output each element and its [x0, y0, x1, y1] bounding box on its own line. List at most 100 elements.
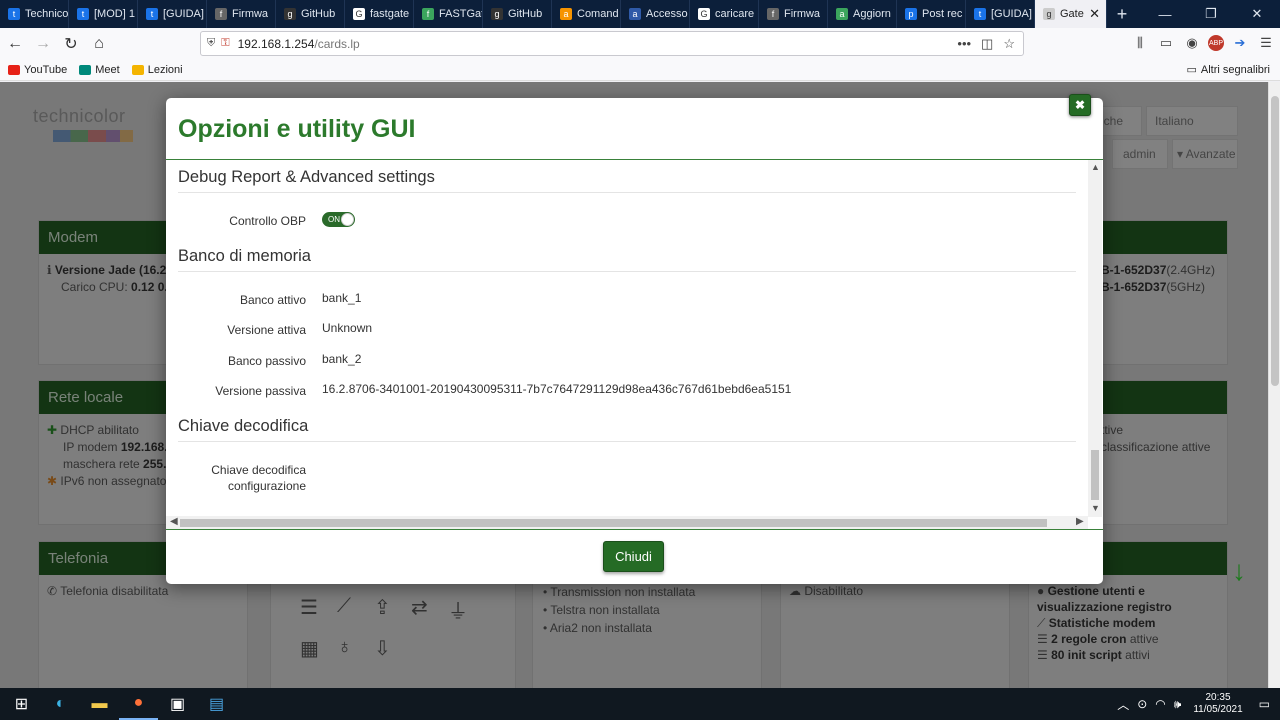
- browser-tab[interactable]: g GitHub: [276, 0, 345, 28]
- bookmark-lezioni[interactable]: Lezioni: [131, 64, 183, 76]
- insecure-lock-icon[interactable]: ⚿: [221, 37, 229, 50]
- window-controls: — ❐ ✕: [1142, 0, 1280, 28]
- browser-tab[interactable]: f Firmwa: [759, 0, 828, 28]
- browser-tab[interactable]: g GitHub: [483, 0, 552, 28]
- modal-vertical-thumb[interactable]: [1091, 450, 1099, 500]
- library-icon[interactable]: ⫼: [1130, 32, 1150, 54]
- minimize-icon[interactable]: —: [1142, 0, 1188, 28]
- url-text[interactable]: 192.168.1.254/cards.lp: [238, 37, 360, 51]
- tray-app-icon[interactable]: ⊙: [1137, 697, 1147, 711]
- browser-tab[interactable]: a Aggiorn: [828, 0, 897, 28]
- page-scrollbar[interactable]: [1268, 82, 1280, 688]
- scroll-down-arrow-icon[interactable]: ↓: [1232, 555, 1246, 587]
- modal-body[interactable]: Debug Report & Advanced settings Control…: [166, 160, 1103, 529]
- browser-tab[interactable]: f Firmwa: [207, 0, 276, 28]
- gui-options-modal: Opzioni e utility GUI ✖ Debug Report & A…: [166, 94, 1103, 584]
- tray-chevron-icon[interactable]: ︿: [1117, 696, 1129, 713]
- browser-tab[interactable]: t [GUIDA]: [966, 0, 1035, 28]
- address-bar[interactable]: ⛨ ⚿ 192.168.1.254/cards.lp ••• ◫ ☆: [200, 31, 1024, 56]
- tab-label: GitHub: [508, 8, 543, 20]
- extension-icon[interactable]: ➔: [1230, 32, 1250, 54]
- browser-tab[interactable]: t [GUIDA]: [138, 0, 207, 28]
- account-icon[interactable]: ◉: [1182, 32, 1202, 54]
- file-explorer-icon[interactable]: ▬: [80, 688, 119, 720]
- browser-navbar: ← → ↻ ⌂ ⛨ ⚿ 192.168.1.254/cards.lp ••• ◫…: [0, 28, 1280, 59]
- bookmarks-bar: YouTube Meet Lezioni ▭ Altri segnalibri: [0, 59, 1280, 81]
- forward-icon[interactable]: →: [30, 31, 56, 57]
- tab-favicon-icon: G: [698, 8, 710, 20]
- config-key-label-line1: Chiave decodifica: [211, 463, 306, 477]
- browser-tab[interactable]: t [MOD] 1: [69, 0, 138, 28]
- browser-tab[interactable]: f FASTGat: [414, 0, 483, 28]
- tab-favicon-icon: g: [491, 8, 503, 20]
- tab-favicon-icon: g: [1043, 8, 1055, 20]
- other-bookmarks[interactable]: ▭ Altri segnalibri: [1186, 63, 1271, 77]
- tab-close-icon[interactable]: ✕: [1089, 6, 1100, 22]
- page-actions-icon[interactable]: •••: [957, 36, 971, 52]
- browser-tab[interactable]: g Gate ✕: [1035, 0, 1107, 28]
- obp-toggle[interactable]: ON: [322, 212, 355, 227]
- app-icon[interactable]: ▤: [197, 688, 236, 720]
- tab-label: Firmwa: [232, 8, 269, 20]
- scroll-left-icon[interactable]: ◀: [170, 516, 178, 527]
- modal-horizontal-thumb[interactable]: [180, 519, 1047, 527]
- modal-footer-divider: [166, 529, 1103, 530]
- active-version-label: Versione attiva: [227, 323, 306, 337]
- modal-horizontal-scrollbar[interactable]: ◀ ▶: [166, 516, 1088, 529]
- active-bank-value: bank_1: [322, 291, 362, 305]
- modal-vertical-scrollbar[interactable]: ▲ ▼: [1088, 160, 1102, 517]
- back-icon[interactable]: ←: [2, 31, 28, 57]
- passive-version-label: Versione passiva: [215, 384, 306, 398]
- pocket-icon[interactable]: ◫: [981, 36, 993, 52]
- tab-favicon-icon: t: [146, 8, 158, 20]
- scroll-down-icon[interactable]: ▼: [1091, 503, 1100, 513]
- browser-tab[interactable]: t Technico: [0, 0, 69, 28]
- menu-icon[interactable]: ☰: [1256, 32, 1276, 54]
- wifi-icon[interactable]: ◠: [1155, 697, 1165, 711]
- home-icon[interactable]: ⌂: [86, 31, 112, 57]
- folder-icon: ▭: [1186, 64, 1197, 76]
- notifications-icon[interactable]: ▭: [1259, 697, 1270, 711]
- tab-favicon-icon: f: [422, 8, 434, 20]
- tab-label: Gate: [1060, 8, 1084, 20]
- debug-section-divider: [178, 192, 1076, 193]
- tab-label: Accesso: [646, 8, 688, 20]
- volume-icon[interactable]: 🕪: [1174, 697, 1182, 712]
- tab-favicon-icon: a: [560, 8, 572, 20]
- close-button[interactable]: Chiudi: [603, 541, 664, 572]
- firefox-icon[interactable]: ●: [119, 688, 158, 720]
- tab-label: Comand: [577, 8, 619, 20]
- tab-favicon-icon: p: [905, 8, 917, 20]
- browser-tab[interactable]: Gcaricare: [690, 0, 759, 28]
- tab-label: Post rec: [922, 8, 963, 20]
- maximize-icon[interactable]: ❐: [1188, 0, 1234, 28]
- clock-time: 20:35: [1205, 692, 1231, 703]
- browser-tab[interactable]: a Comand: [552, 0, 621, 28]
- reload-icon[interactable]: ↻: [58, 31, 84, 57]
- modal-close-icon[interactable]: ✖: [1069, 94, 1091, 116]
- page-scrollbar-thumb[interactable]: [1271, 96, 1279, 386]
- browser-tab[interactable]: a Accesso: [621, 0, 690, 28]
- scroll-up-icon[interactable]: ▲: [1091, 162, 1100, 172]
- browser-tab[interactable]: Gfastgate: [345, 0, 414, 28]
- decode-section-divider: [178, 441, 1076, 442]
- bookmark-meet[interactable]: Meet: [79, 64, 120, 76]
- new-tab-icon[interactable]: +: [1107, 0, 1137, 28]
- sidebar-icon[interactable]: ▭: [1156, 32, 1176, 54]
- scroll-right-icon[interactable]: ▶: [1076, 516, 1084, 527]
- bookmark-star-icon[interactable]: ☆: [1003, 36, 1015, 52]
- window-close-icon[interactable]: ✕: [1234, 0, 1280, 28]
- shield-icon[interactable]: ⛨: [207, 37, 215, 50]
- windows-start-icon[interactable]: ⊞: [2, 688, 41, 720]
- edge-icon[interactable]: ◐: [41, 688, 80, 720]
- terminal-icon[interactable]: ▣: [158, 688, 197, 720]
- tab-favicon-icon: a: [629, 8, 641, 20]
- tab-favicon-icon: t: [974, 8, 986, 20]
- clock[interactable]: 20:35 11/05/2021: [1193, 692, 1242, 716]
- windows-taskbar: ⊞ ◐ ▬ ● ▣ ▤ ︿ ⊙ ◠ 🕪 20:35 11/05/2021 ▭: [0, 688, 1280, 720]
- bookmark-youtube[interactable]: YouTube: [8, 64, 67, 76]
- browser-tab[interactable]: p Post rec: [897, 0, 966, 28]
- toggle-knob: [341, 213, 354, 226]
- adblock-icon[interactable]: ABP: [1208, 35, 1224, 51]
- tab-label: [MOD] 1: [94, 8, 135, 20]
